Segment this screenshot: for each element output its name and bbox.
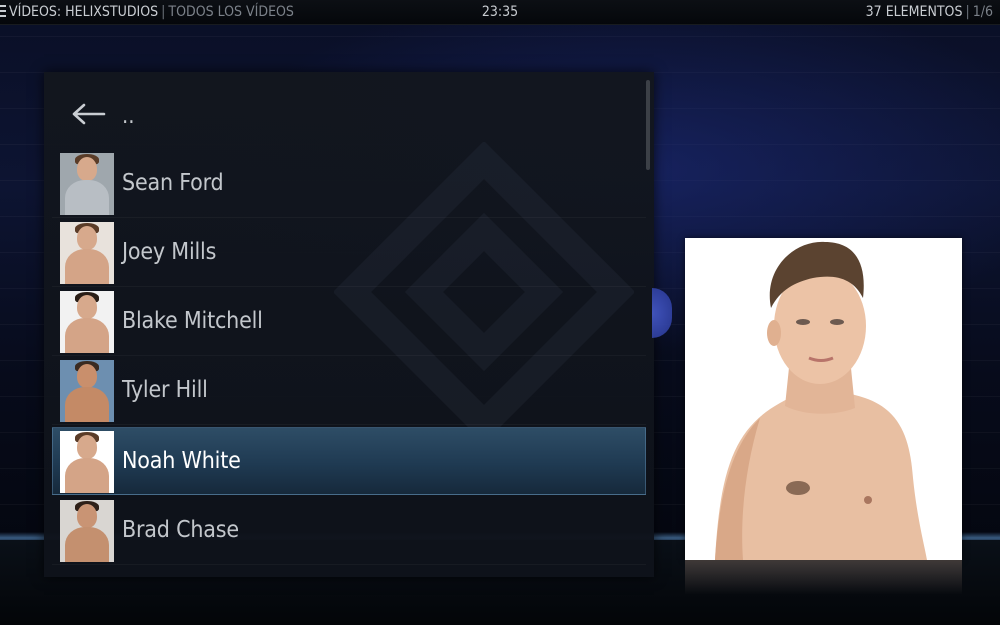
list-item[interactable]: Blake Mitchell	[52, 287, 646, 356]
media-list-panel: .. Sean Ford Joey Mills Blake Mitchell T…	[44, 72, 654, 577]
page-indicator: 1/6	[972, 4, 993, 20]
clock: 23:35	[481, 4, 519, 20]
thumbnail-image	[60, 431, 114, 493]
thumbnail-image	[60, 360, 114, 422]
list-item[interactable]: Joey Mills	[52, 218, 646, 287]
list-item[interactable]: Sean Ford	[52, 149, 646, 218]
parent-folder-row[interactable]: ..	[52, 80, 646, 148]
preview-portrait-image	[685, 238, 962, 560]
top-bar: VÍDEOS: HELIXSTUDIOS | TODOS LOS VÍDEOS 23…	[0, 0, 1000, 25]
item-count: 37 ELEMENTOS	[865, 4, 963, 20]
list-scrollbar[interactable]	[646, 80, 650, 170]
list-item-label: Blake Mitchell	[122, 308, 263, 334]
thumbnail-image	[60, 291, 114, 353]
item-counter: 37 ELEMENTOS | 1/6	[866, 0, 993, 24]
list-item-label: Brad Chase	[122, 517, 239, 543]
list-item-label: Tyler Hill	[122, 377, 208, 403]
list-item-selected[interactable]: Noah White	[52, 427, 646, 495]
poster-reflection	[685, 560, 962, 594]
arrow-left-icon	[72, 103, 106, 125]
thumbnail-image	[60, 153, 114, 215]
counter-separator: |	[965, 4, 970, 20]
list-item-label: Joey Mills	[122, 239, 217, 265]
parent-folder-label: ..	[122, 104, 135, 129]
list-item-label: Noah White	[122, 448, 241, 474]
thumbnail-image	[60, 500, 114, 562]
list-item[interactable]: Tyler Hill	[52, 356, 646, 425]
list-item-label: Sean Ford	[122, 170, 224, 196]
preview-poster	[685, 238, 962, 560]
thumbnail-image	[60, 222, 114, 284]
list-item[interactable]: Brad Chase	[52, 496, 646, 565]
